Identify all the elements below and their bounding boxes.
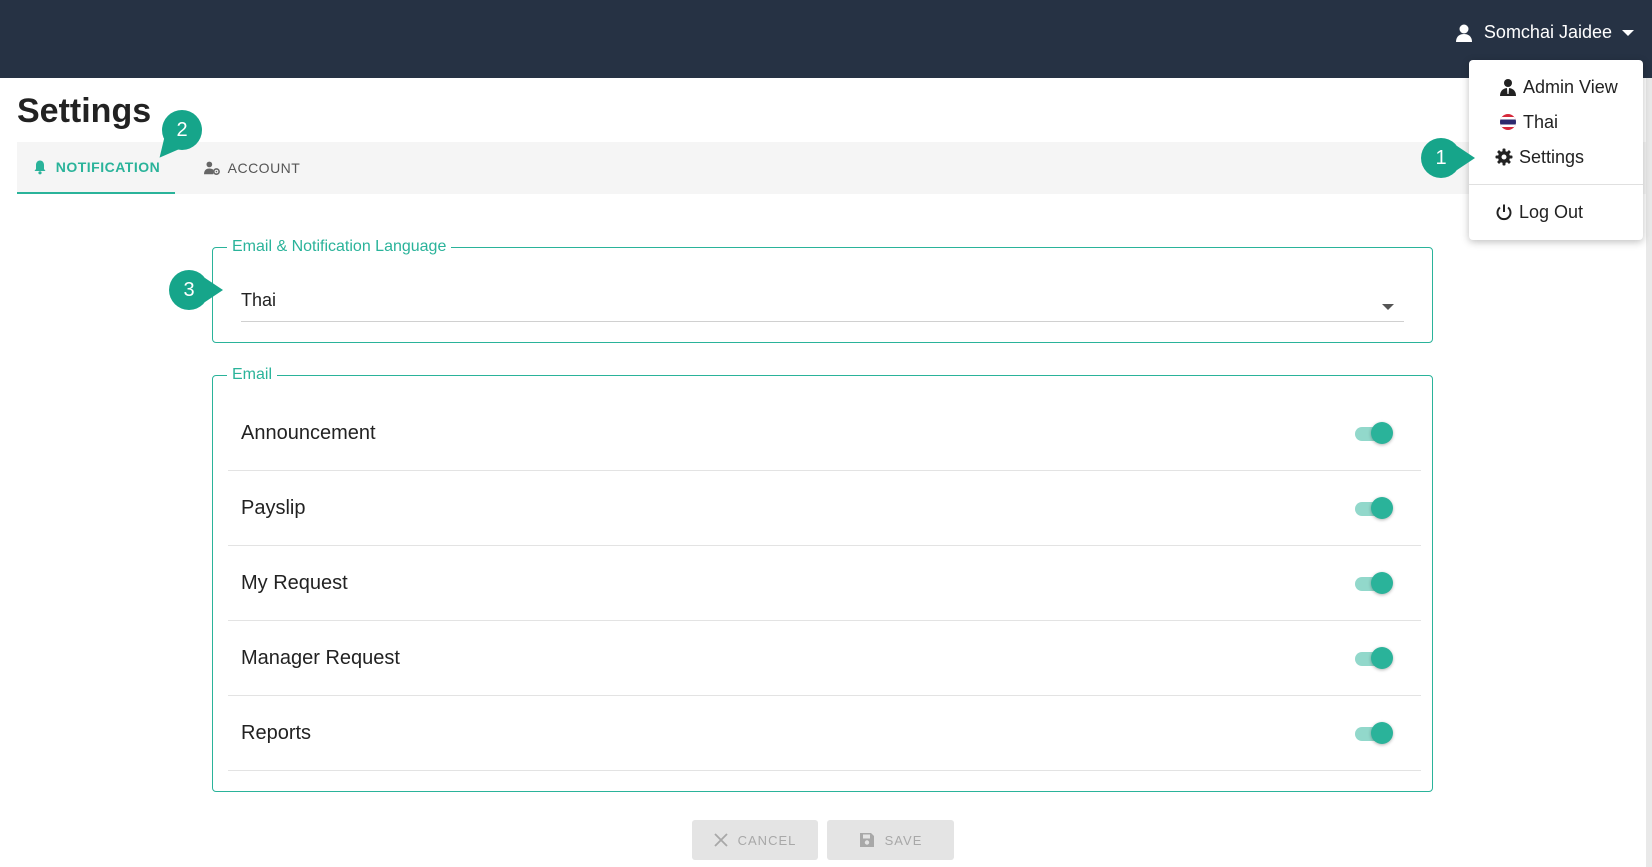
user-gear-icon bbox=[203, 161, 220, 176]
close-icon bbox=[713, 833, 728, 847]
email-legend: Email bbox=[232, 366, 273, 383]
gear-icon bbox=[1495, 148, 1513, 166]
bell-icon bbox=[34, 160, 46, 175]
language-legend: Email & Notification Language bbox=[232, 238, 447, 255]
save-label: SAVE bbox=[884, 832, 923, 848]
language-select-value: Thai bbox=[241, 290, 277, 310]
log-out-label: Log Out bbox=[1519, 201, 1584, 222]
email-fieldset: Email Announcement Payslip My Request Ma… bbox=[212, 366, 1433, 792]
my-request-toggle[interactable] bbox=[1353, 572, 1393, 594]
language-select[interactable]: Thai bbox=[241, 284, 1404, 322]
admin-user-icon bbox=[1500, 79, 1516, 96]
tab-notification-label: NOTIFICATION bbox=[55, 159, 161, 175]
list-item-manager-request: Manager Request bbox=[228, 621, 1421, 696]
cancel-label: CANCEL bbox=[737, 832, 797, 848]
payslip-toggle[interactable] bbox=[1353, 497, 1393, 519]
cancel-button[interactable]: CANCEL bbox=[692, 820, 818, 860]
payslip-label: Payslip bbox=[241, 496, 306, 519]
list-item-announcement: Announcement bbox=[228, 396, 1421, 471]
list-item-reports: Reports bbox=[228, 696, 1421, 771]
dropdown-arrow-icon bbox=[1382, 304, 1394, 310]
settings-tabs: NOTIFICATION ACCOUNT bbox=[17, 142, 1647, 194]
menu-item-settings[interactable]: Settings bbox=[1469, 142, 1643, 172]
user-menu-toggle[interactable]: Somchai Jaidee bbox=[1454, 22, 1634, 43]
manager-request-toggle[interactable] bbox=[1353, 647, 1393, 669]
announcement-toggle[interactable] bbox=[1353, 422, 1393, 444]
save-button[interactable]: SAVE bbox=[827, 820, 954, 860]
settings-page: Settings NOTIFICATION ACCOUNT Email & No… bbox=[0, 78, 1652, 867]
menu-item-admin-view[interactable]: Admin View bbox=[1469, 72, 1643, 102]
admin-view-label: Admin View bbox=[1523, 76, 1618, 97]
user-icon bbox=[1455, 24, 1472, 42]
list-item-payslip: Payslip bbox=[228, 471, 1421, 546]
language-fieldset: Email & Notification Language Thai bbox=[212, 238, 1433, 343]
top-navbar: Somchai Jaidee bbox=[0, 0, 1652, 78]
tab-account[interactable]: ACCOUNT bbox=[192, 142, 312, 194]
callout-badge-1: 1 bbox=[1421, 138, 1475, 178]
language-label: Thai bbox=[1523, 111, 1559, 132]
list-item-my-request: My Request bbox=[228, 546, 1421, 621]
reports-toggle[interactable] bbox=[1353, 722, 1393, 744]
menu-item-log-out[interactable]: Log Out bbox=[1469, 197, 1643, 227]
page-title: Settings bbox=[17, 92, 152, 130]
menu-divider bbox=[1469, 184, 1643, 185]
announcement-label: Announcement bbox=[241, 421, 376, 444]
chevron-down-icon bbox=[1622, 29, 1634, 36]
power-icon bbox=[1496, 204, 1512, 221]
callout-badge-2: 2 bbox=[162, 110, 202, 150]
user-name: Somchai Jaidee bbox=[1483, 22, 1612, 42]
manager-request-label: Manager Request bbox=[241, 646, 400, 669]
menu-item-language[interactable]: Thai bbox=[1469, 107, 1643, 137]
tab-account-label: ACCOUNT bbox=[227, 160, 301, 176]
save-icon bbox=[859, 833, 874, 847]
my-request-label: My Request bbox=[241, 571, 348, 594]
reports-label: Reports bbox=[241, 721, 312, 744]
scrollbar[interactable] bbox=[1646, 78, 1652, 867]
settings-label: Settings bbox=[1519, 146, 1585, 167]
callout-badge-3: 3 bbox=[169, 270, 223, 310]
user-dropdown-menu: Admin View Thai Settings Log Out bbox=[1469, 60, 1643, 240]
thai-flag-icon bbox=[1500, 114, 1516, 130]
